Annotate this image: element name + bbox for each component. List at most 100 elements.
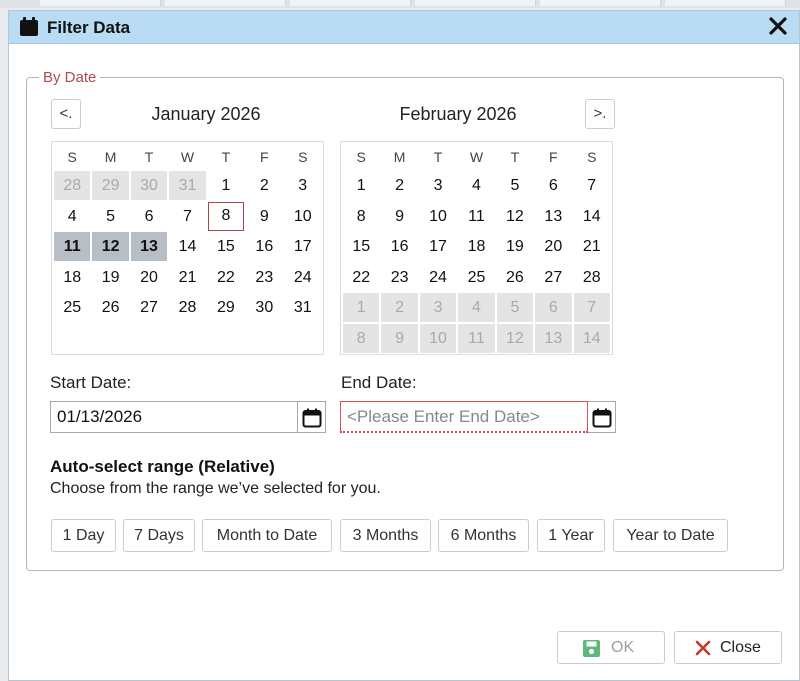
range-year-to-date-button[interactable]: Year to Date (613, 519, 728, 552)
calendar-day-outside-month[interactable]: 31 (169, 171, 206, 200)
calendar-day[interactable]: 27 (535, 263, 571, 292)
calendar-day[interactable]: 2 (381, 171, 417, 200)
ok-button[interactable]: OK (557, 631, 665, 664)
calendar-day[interactable]: 26 (92, 293, 128, 322)
calendar-day-outside-month[interactable]: 10 (419, 323, 457, 353)
calendar-day[interactable]: 18 (54, 263, 90, 292)
calendar-day[interactable]: 10 (420, 202, 456, 231)
range-1-year-button[interactable]: 1 Year (537, 519, 605, 552)
calendar-day[interactable]: 24 (285, 263, 321, 292)
calendar-day[interactable]: 6 (535, 171, 571, 200)
prev-month-button[interactable]: <. (51, 99, 81, 129)
calendar-day[interactable]: 19 (497, 232, 533, 261)
end-date-picker-button[interactable] (588, 401, 616, 433)
calendar-day[interactable]: 29 (208, 293, 244, 322)
calendar-day-outside-month[interactable]: 14 (573, 323, 610, 353)
calendar-day[interactable]: 16 (246, 232, 282, 261)
calendar-day-outside-month[interactable]: 8 (343, 323, 380, 353)
calendar-day[interactable]: 14 (169, 232, 205, 261)
calendar-day[interactable]: 25 (458, 263, 494, 292)
calendar-day[interactable]: 15 (343, 232, 379, 261)
end-date-input[interactable] (340, 401, 588, 433)
calendar-day-outside-month[interactable]: 30 (130, 171, 168, 200)
weekday-header: T (144, 149, 154, 165)
calendar-day-today[interactable]: 8 (207, 201, 245, 231)
weekday-header: S (67, 149, 77, 165)
calendar-day[interactable]: 31 (285, 293, 321, 322)
calendar-day-outside-month[interactable]: 6 (535, 293, 572, 322)
calendar-day[interactable]: 20 (535, 232, 571, 261)
calendar-day[interactable]: 30 (246, 293, 282, 322)
calendar-day-outside-month[interactable]: 11 (458, 323, 495, 353)
close-icon[interactable] (767, 15, 789, 37)
calendar-day[interactable]: 13 (535, 202, 571, 231)
calendar-day[interactable]: 3 (420, 171, 456, 200)
calendar-day-outside-month[interactable]: 5 (496, 293, 534, 322)
calendar-day-outside-month[interactable]: 29 (92, 171, 129, 200)
calendar-day-selected[interactable]: 12 (92, 232, 129, 261)
calendar-day[interactable]: 18 (458, 232, 494, 261)
calendar-day[interactable]: 17 (285, 232, 321, 261)
start-date-picker-button[interactable] (298, 401, 326, 433)
calendar-day[interactable]: 6 (131, 202, 167, 231)
calendar-day[interactable]: 14 (574, 202, 610, 231)
calendar-day[interactable]: 12 (497, 202, 533, 231)
calendar-day[interactable]: 17 (420, 232, 456, 261)
calendar-day[interactable]: 20 (131, 263, 167, 292)
calendar-day[interactable]: 5 (497, 171, 533, 200)
calendar-february: S M T W T F S 1 2 3 4 5 6 7 8 9 10 11 12 13 14 15 16 17 18 19 20 21… (340, 141, 613, 355)
calendar-day-outside-month[interactable]: 28 (54, 171, 91, 200)
calendar-day[interactable]: 7 (574, 171, 610, 200)
calendar-day[interactable]: 28 (169, 293, 205, 322)
calendar-day[interactable]: 21 (574, 232, 610, 261)
calendar-day-outside-month[interactable]: 2 (381, 293, 418, 322)
calendar-day[interactable]: 4 (458, 171, 494, 200)
calendar-day[interactable]: 28 (574, 263, 610, 292)
calendar-week-row: 1234567 (342, 171, 611, 202)
calendar-day[interactable]: 27 (131, 293, 167, 322)
calendar-day[interactable]: 16 (381, 232, 417, 261)
calendar-day-selected[interactable]: 13 (130, 232, 168, 261)
weekday-header: W (180, 149, 195, 165)
calendar-day-selected[interactable]: 11 (54, 232, 91, 261)
next-month-button[interactable]: >. (585, 99, 615, 129)
calendar-day[interactable]: 26 (497, 263, 533, 292)
range-6-months-button[interactable]: 6 Months (438, 519, 529, 552)
calendar-day[interactable]: 4 (54, 202, 90, 231)
range-1-day-button[interactable]: 1 Day (51, 519, 116, 552)
start-date-input[interactable] (50, 401, 298, 433)
calendar-day[interactable]: 11 (458, 202, 494, 231)
range-7-days-button[interactable]: 7 Days (123, 519, 195, 552)
calendar-day-outside-month[interactable]: 13 (535, 323, 572, 353)
calendar-day-outside-month[interactable]: 1 (343, 293, 380, 322)
calendar-day[interactable]: 21 (169, 263, 205, 292)
calendar-day[interactable]: 22 (208, 263, 244, 292)
calendar-day[interactable]: 23 (246, 263, 282, 292)
calendar-day[interactable]: 23 (381, 263, 417, 292)
calendar-day[interactable]: 15 (208, 232, 244, 261)
calendar-day[interactable]: 22 (343, 263, 379, 292)
calendar-day[interactable]: 25 (54, 293, 90, 322)
calendar-day[interactable]: 9 (246, 202, 282, 231)
calendar-day[interactable]: 2 (246, 171, 282, 200)
calendar-day[interactable]: 19 (92, 263, 128, 292)
calendar-day-outside-month[interactable]: 4 (458, 293, 495, 322)
calendar-week-row: 4 5 6 7 8 9 10 (53, 201, 322, 233)
calendar-day[interactable]: 5 (92, 202, 128, 231)
range-month-to-date-button[interactable]: Month to Date (202, 519, 332, 552)
calendar-day[interactable]: 3 (285, 171, 321, 200)
calendar-day[interactable]: 24 (420, 263, 456, 292)
calendar-day-outside-month[interactable]: 9 (381, 323, 418, 353)
calendar-day[interactable]: 1 (343, 171, 379, 200)
close-button[interactable]: Close (674, 631, 782, 664)
range-3-months-button[interactable]: 3 Months (340, 519, 431, 552)
calendar-day[interactable]: 9 (381, 202, 417, 231)
filter-data-dialog: Filter Data By Date <. January 2026 Febr… (8, 10, 800, 681)
calendar-day[interactable]: 10 (285, 202, 321, 231)
calendar-day[interactable]: 8 (343, 202, 379, 231)
calendar-day[interactable]: 7 (169, 202, 205, 231)
calendar-day[interactable]: 1 (208, 171, 244, 200)
calendar-day-outside-month[interactable]: 3 (419, 293, 457, 322)
calendar-day-outside-month[interactable]: 7 (573, 293, 610, 322)
calendar-day-outside-month[interactable]: 12 (496, 323, 534, 353)
